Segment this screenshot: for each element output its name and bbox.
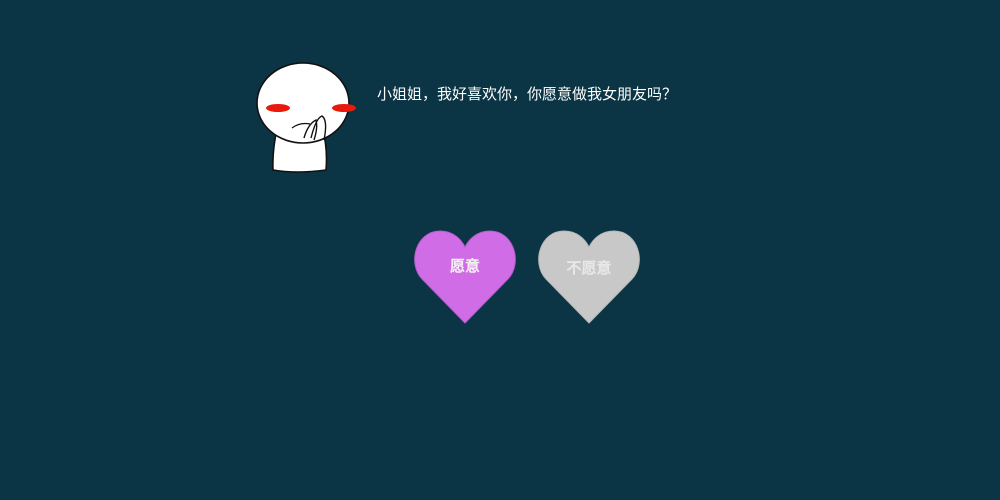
proposal-question: 小姐姐，我好喜欢你，你愿意做我女朋友吗？ bbox=[377, 85, 678, 103]
no-button-label: 不愿意 bbox=[566, 259, 612, 277]
heart-icon bbox=[414, 230, 516, 324]
shy-character-icon bbox=[256, 62, 360, 174]
yes-button[interactable]: 愿意 bbox=[413, 229, 517, 325]
no-button[interactable]: 不愿意 bbox=[537, 229, 641, 325]
proposal-page: 小姐姐，我好喜欢你，你愿意做我女朋友吗？ 愿意 不愿意 bbox=[0, 0, 1000, 500]
yes-button-label: 愿意 bbox=[449, 257, 480, 275]
